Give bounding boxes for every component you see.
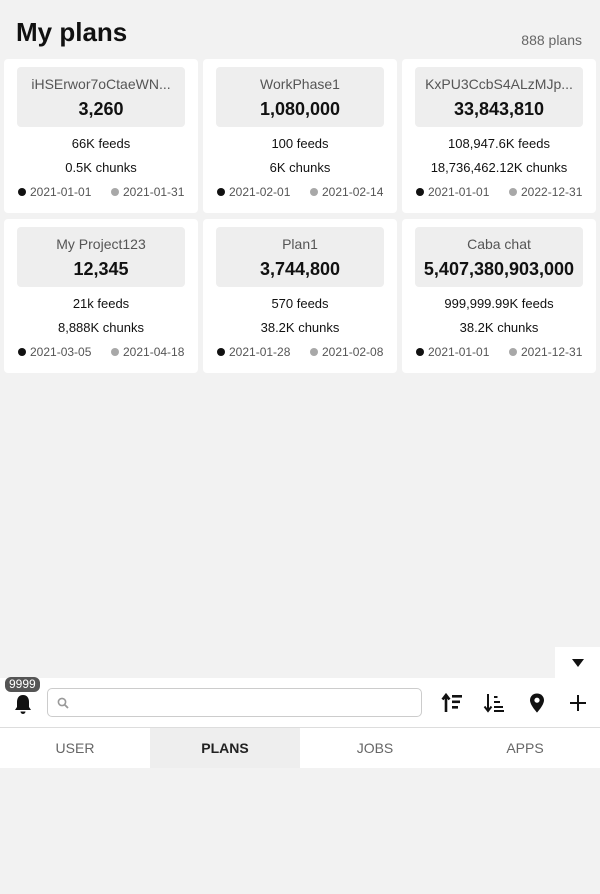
end-dot-icon <box>310 188 318 196</box>
plan-card[interactable]: My Project123 12,345 21k feeds 8,888K ch… <box>4 219 198 373</box>
sort-descending-button[interactable] <box>483 692 505 714</box>
plan-total: 1,080,000 <box>259 99 341 119</box>
plan-chunks: 8,888K chunks <box>57 320 144 335</box>
map-pin-icon <box>530 693 544 713</box>
plan-end-date: 2021-02-14 <box>310 185 383 199</box>
end-dot-icon <box>509 188 517 196</box>
plan-name: My Project123 <box>56 236 146 252</box>
start-dot-icon <box>18 188 26 196</box>
plan-card[interactable]: WorkPhase1 1,080,000 100 feeds 6K chunks… <box>203 59 397 213</box>
search-icon <box>57 697 69 709</box>
plan-start-date: 2021-01-01 <box>416 345 489 359</box>
plan-start-date: 2021-01-01 <box>18 185 91 199</box>
plan-end-date: 2021-02-08 <box>310 345 383 359</box>
plan-feeds: 100 feeds <box>271 136 329 151</box>
end-dot-icon <box>111 348 119 356</box>
add-plan-button[interactable] <box>567 692 589 714</box>
plan-total: 3,260 <box>78 99 124 119</box>
tab-user[interactable]: USER <box>0 728 150 768</box>
end-dot-icon <box>310 348 318 356</box>
bottom-toolbar: 9999 <box>0 677 600 728</box>
page-title: My plans <box>16 17 128 47</box>
end-dot-icon <box>509 348 517 356</box>
plan-chunks: 18,736,462.12K chunks <box>430 160 568 175</box>
plan-feeds: 999,999.99K feeds <box>444 296 554 311</box>
plus-icon <box>570 695 586 711</box>
plan-feeds: 66K feeds <box>71 136 131 151</box>
plan-chunks: 38.2K chunks <box>260 320 340 335</box>
plan-start-date: 2021-01-28 <box>217 345 290 359</box>
search-box[interactable] <box>47 688 422 717</box>
notification-badge: 9999 <box>5 677 40 692</box>
plan-card-header: KxPU3CcbS4ALzMJp... 33,843,810 <box>415 67 583 127</box>
plan-card-header: iHSErwor7oCtaeWN... 3,260 <box>17 67 185 127</box>
plan-feeds: 570 feeds <box>271 296 329 311</box>
end-dot-icon <box>111 188 119 196</box>
plan-chunks: 0.5K chunks <box>65 160 137 175</box>
plan-total: 5,407,380,903,000 <box>423 259 575 279</box>
plan-card-header: WorkPhase1 1,080,000 <box>216 67 384 127</box>
start-dot-icon <box>416 188 424 196</box>
plan-feeds: 108,947.6K feeds <box>448 136 550 151</box>
sort-ascending-button[interactable] <box>441 692 463 714</box>
plan-card[interactable]: KxPU3CcbS4ALzMJp... 33,843,810 108,947.6… <box>402 59 596 213</box>
plan-name: KxPU3CcbS4ALzMJp... <box>425 76 573 92</box>
plan-count: 888 plans <box>521 32 582 48</box>
plan-card[interactable]: Caba chat 5,407,380,903,000 999,999.99K … <box>402 219 596 373</box>
start-dot-icon <box>18 348 26 356</box>
plan-total: 33,843,810 <box>453 99 545 119</box>
plan-end-date: 2021-01-31 <box>111 185 184 199</box>
plan-end-date: 2021-04-18 <box>111 345 184 359</box>
plan-total: 12,345 <box>73 259 129 279</box>
plan-end-date: 2021-12-31 <box>509 345 582 359</box>
search-input[interactable] <box>74 693 414 713</box>
page-header: My plans 888 plans <box>0 0 600 58</box>
notifications-button[interactable] <box>12 693 34 715</box>
tab-jobs[interactable]: JOBS <box>300 728 450 768</box>
sort-descending-icon <box>483 694 504 713</box>
plan-end-date: 2022-12-31 <box>509 185 582 199</box>
plan-card-header: My Project123 12,345 <box>17 227 185 287</box>
plan-start-date: 2021-02-01 <box>217 185 290 199</box>
plan-total: 3,744,800 <box>259 259 341 279</box>
plan-chunks: 38.2K chunks <box>459 320 539 335</box>
plan-chunks: 6K chunks <box>269 160 331 175</box>
sort-ascending-icon <box>441 692 462 712</box>
plan-name: Caba chat <box>467 236 531 252</box>
tab-plans[interactable]: PLANS <box>150 728 300 768</box>
plan-card[interactable]: iHSErwor7oCtaeWN... 3,260 66K feeds 0.5K… <box>4 59 198 213</box>
caret-down-icon <box>571 658 584 667</box>
start-dot-icon <box>217 188 225 196</box>
start-dot-icon <box>217 348 225 356</box>
plan-feeds: 21k feeds <box>72 296 130 311</box>
plan-start-date: 2021-03-05 <box>18 345 91 359</box>
bell-icon <box>15 695 31 714</box>
plan-card-header: Caba chat 5,407,380,903,000 <box>415 227 583 287</box>
start-dot-icon <box>416 348 424 356</box>
plan-card-header: Plan1 3,744,800 <box>216 227 384 287</box>
tab-apps[interactable]: APPS <box>450 728 600 768</box>
plan-name: iHSErwor7oCtaeWN... <box>31 76 171 92</box>
bottom-tab-bar: USER PLANS JOBS APPS <box>0 728 600 768</box>
collapse-toolbar-button[interactable] <box>555 647 600 678</box>
plan-card[interactable]: Plan1 3,744,800 570 feeds 38.2K chunks 2… <box>203 219 397 373</box>
plan-name: Plan1 <box>282 236 318 252</box>
plan-start-date: 2021-01-01 <box>416 185 489 199</box>
location-button[interactable] <box>526 692 548 714</box>
plan-name: WorkPhase1 <box>260 76 340 92</box>
